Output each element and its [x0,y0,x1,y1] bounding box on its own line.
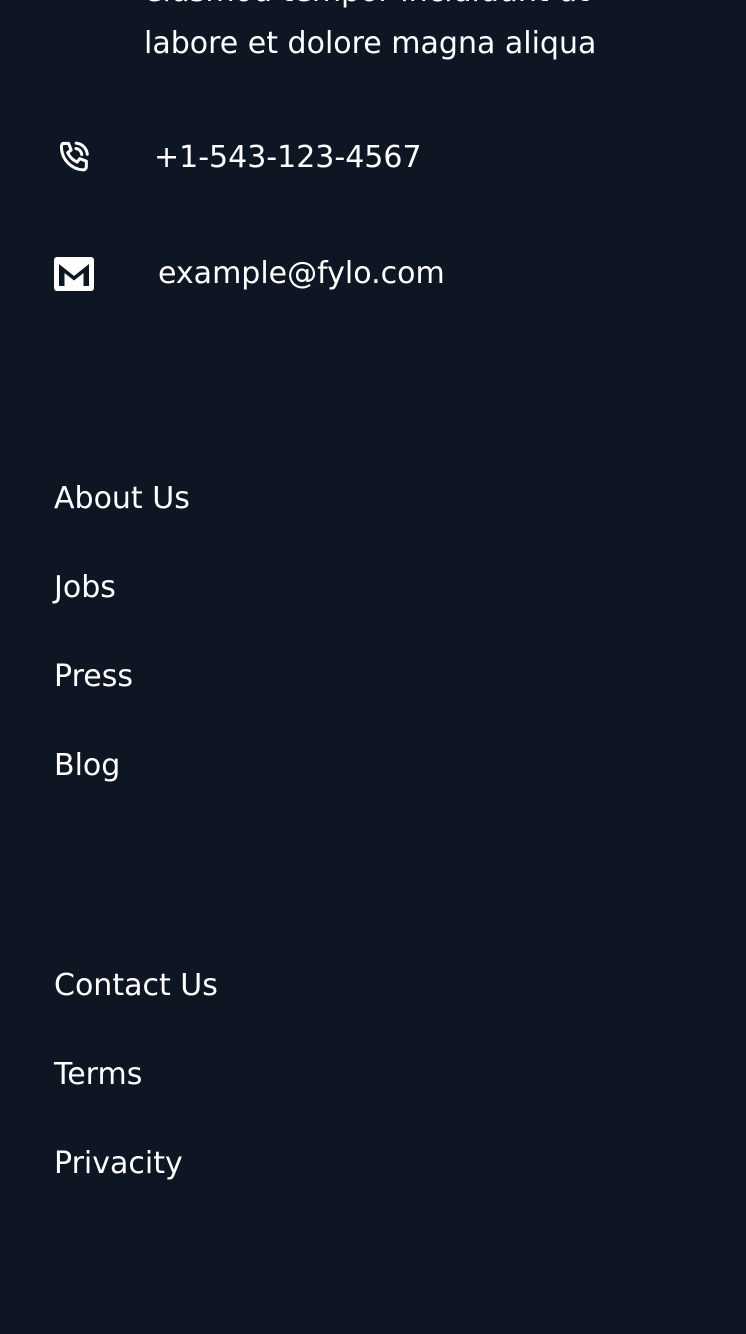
phone-icon [54,138,94,178]
link-contact-us[interactable]: Contact Us [54,964,218,1008]
primary-links: About Us Jobs Press Blog [54,477,190,833]
link-privacity[interactable]: Privacity [54,1142,218,1186]
link-about-us[interactable]: About Us [54,477,190,521]
link-jobs[interactable]: Jobs [54,566,190,610]
mail-icon [54,254,94,294]
email-row[interactable]: example@fylo.com [54,254,445,294]
address-line-2: labore et dolore magna aliqua [144,26,597,61]
link-blog[interactable]: Blog [54,744,190,788]
link-terms[interactable]: Terms [54,1053,218,1097]
footer: eiusmod tempor incididunt ut labore et d… [0,0,746,1334]
phone-row[interactable]: +1-543-123-4567 [54,138,422,178]
phone-number[interactable]: +1-543-123-4567 [154,138,422,178]
address-text: eiusmod tempor incididunt ut labore et d… [144,0,704,70]
address-line-1: eiusmod tempor incididunt ut [144,0,589,9]
secondary-links: Contact Us Terms Privacity [54,964,218,1231]
email-address[interactable]: example@fylo.com [158,254,445,294]
link-press[interactable]: Press [54,655,190,699]
